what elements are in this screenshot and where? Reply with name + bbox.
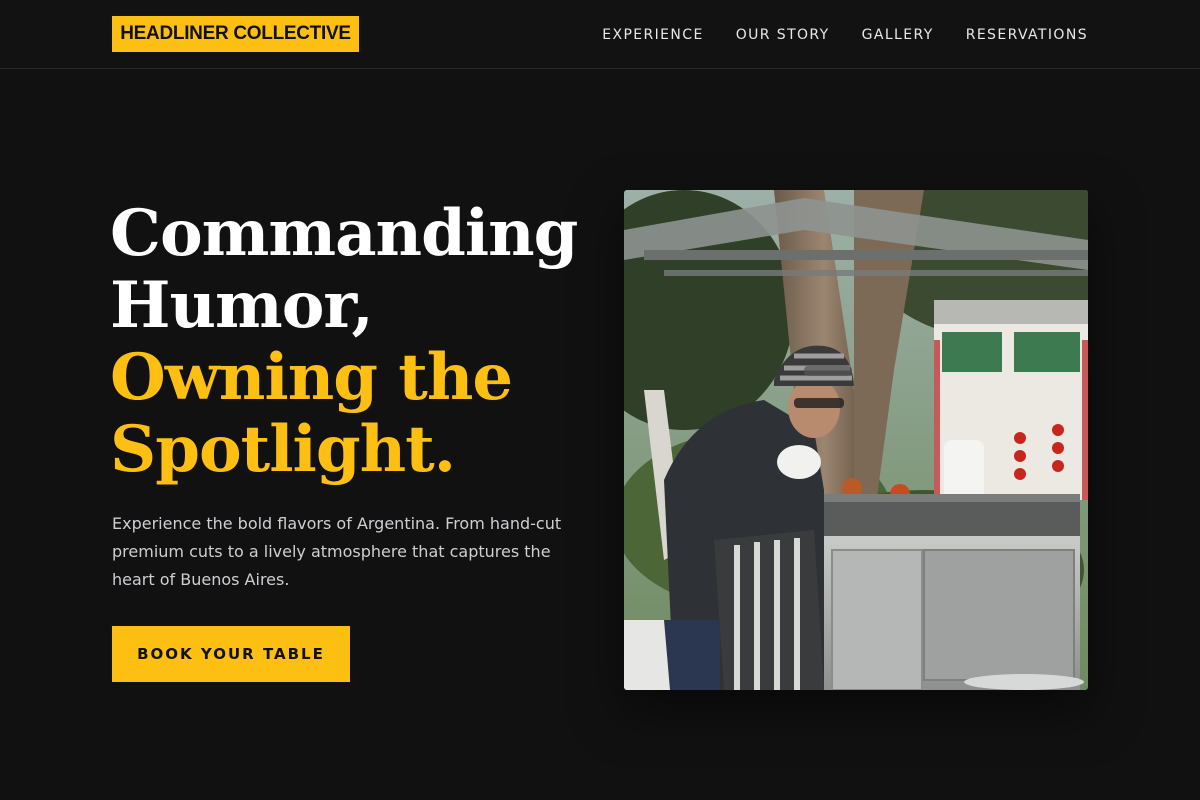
nav-item-experience[interactable]: EXPERIENCE: [602, 27, 704, 43]
street-vendor-photo-icon: [624, 190, 1088, 690]
hero-title: Commanding Humor, Owning the Spotlight.: [110, 198, 610, 486]
nav-item-our-story[interactable]: OUR STORY: [736, 27, 830, 43]
book-table-button[interactable]: BOOK YOUR TABLE: [112, 626, 350, 682]
hero-title-line-1: Commanding: [110, 196, 578, 271]
hero-description: Experience the bold flavors of Argentina…: [112, 514, 562, 589]
nav-item-gallery[interactable]: GALLERY: [862, 27, 934, 43]
main-nav: EXPERIENCE OUR STORY GALLERY RESERVATION…: [602, 0, 1088, 69]
nav-item-reservations[interactable]: RESERVATIONS: [966, 27, 1088, 43]
hero-photo: [624, 190, 1088, 690]
site-header: HEADLINER COLLECTIVE EXPERIENCE OUR STOR…: [0, 0, 1200, 69]
hero-title-accent-line-2: Spotlight.: [110, 412, 456, 487]
hero-title-line-2: Humor,: [110, 268, 374, 343]
hero-title-accent-line-1: Owning the: [110, 340, 513, 415]
brand-logo[interactable]: HEADLINER COLLECTIVE: [112, 16, 359, 52]
